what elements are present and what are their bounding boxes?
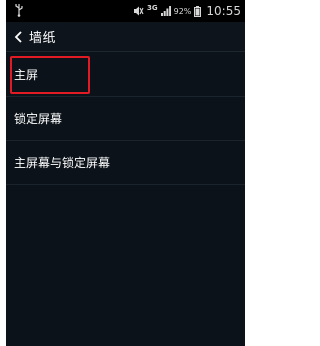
option-lock-screen[interactable]: 锁定屏幕	[6, 97, 245, 141]
wallpaper-options-list: 主屏 锁定屏幕 主屏幕与锁定屏幕	[6, 53, 245, 185]
network-type-label: 3G	[147, 4, 158, 12]
option-label: 主屏幕与锁定屏幕	[14, 156, 111, 170]
option-home-and-lock-screen[interactable]: 主屏幕与锁定屏幕	[6, 141, 245, 185]
option-label: 锁定屏幕	[14, 112, 63, 126]
signal-icon	[160, 6, 171, 16]
battery-percent: 92%	[173, 6, 192, 16]
phone-screen: 3G 92% 10:55 墙纸 主屏 锁定屏幕 主屏幕与锁定屏幕	[6, 0, 245, 346]
page-title: 墙纸	[29, 31, 57, 46]
back-chevron-icon[interactable]	[12, 30, 26, 44]
mute-icon	[134, 6, 144, 16]
option-home-screen[interactable]: 主屏	[6, 53, 245, 97]
status-indicators: 3G 92% 10:55	[133, 2, 241, 20]
action-bar: 墙纸	[6, 22, 245, 52]
status-bar: 3G 92% 10:55	[6, 0, 245, 22]
battery-icon	[194, 5, 202, 17]
option-label: 主屏	[14, 68, 39, 82]
clock: 10:55	[206, 4, 241, 18]
usb-icon	[15, 4, 23, 17]
